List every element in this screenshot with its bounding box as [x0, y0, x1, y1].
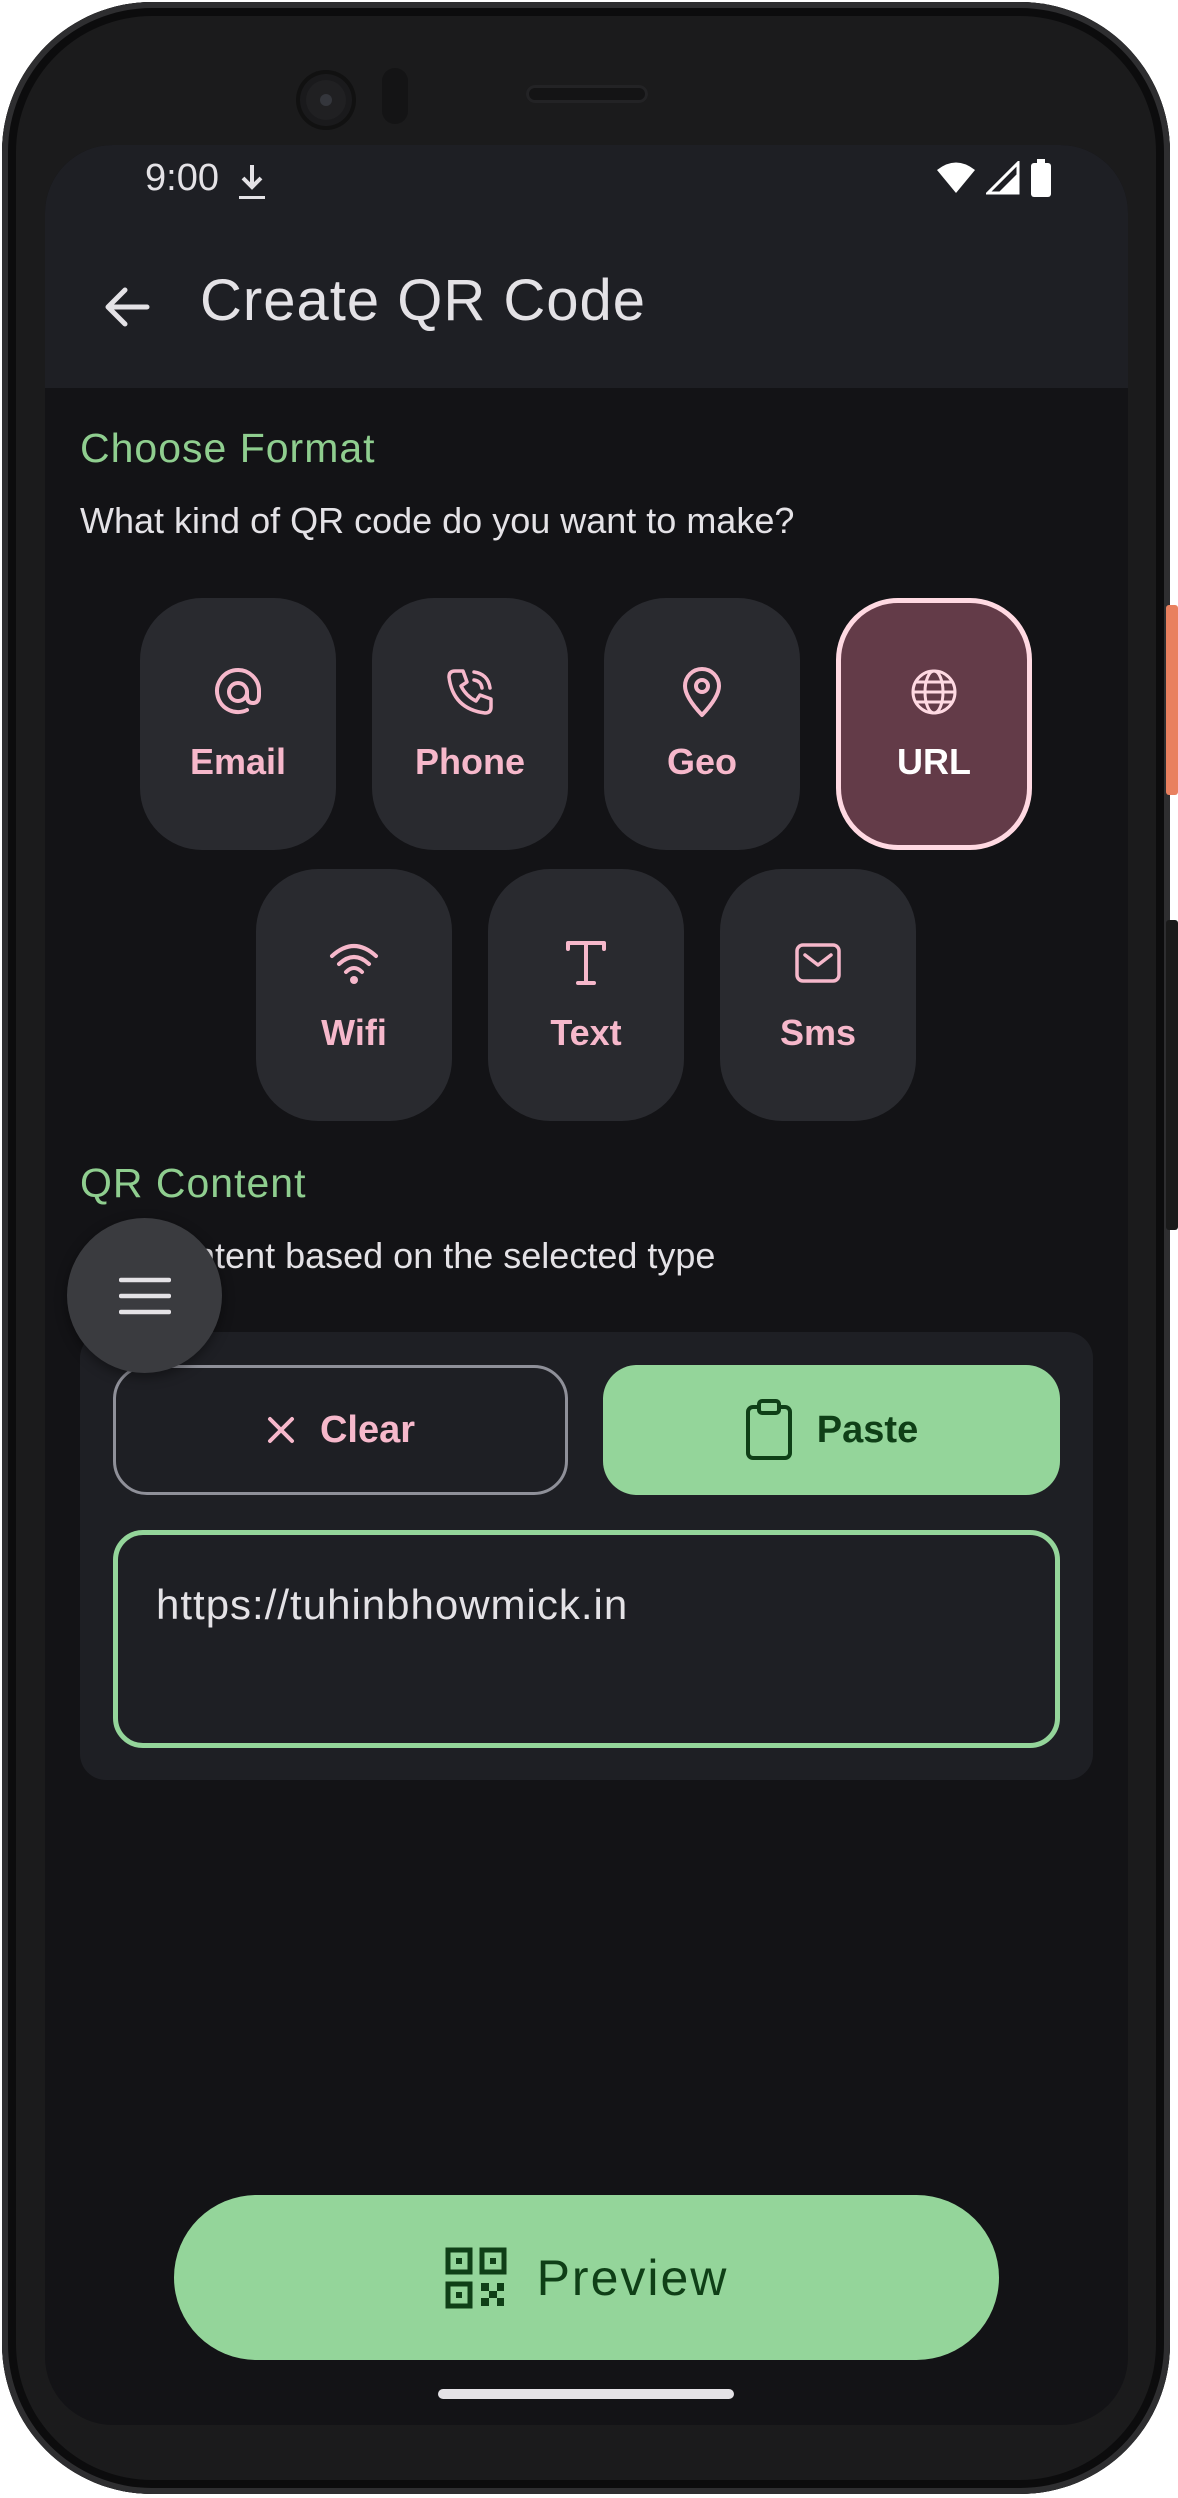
cell-signal-icon [986, 161, 1020, 195]
app-bar: Create QR Code [45, 235, 1128, 388]
paste-button[interactable]: Paste [603, 1365, 1060, 1495]
paste-button-label: Paste [816, 1408, 919, 1451]
choose-format-title: Choose Format [80, 425, 376, 471]
format-chip-label: Geo [666, 741, 737, 782]
battery-icon [1031, 159, 1051, 197]
qr-content-title: QR Content [80, 1160, 307, 1206]
format-chip-wifi[interactable]: Wifi [256, 869, 452, 1121]
wifi-signal-icon [937, 162, 975, 193]
earpiece-speaker [526, 85, 648, 103]
clear-button[interactable]: Clear [113, 1365, 568, 1495]
format-chip-label: Phone [414, 741, 525, 782]
content-card: Clear Paste [80, 1332, 1093, 1780]
location-pin-icon [683, 667, 721, 717]
proximity-sensor [382, 68, 408, 124]
power-button [1166, 605, 1178, 795]
message-icon [795, 943, 841, 983]
screen: 9:00 Create QR Code Choose Format What k… [45, 145, 1128, 2425]
choose-format-subtitle: What kind of QR code do you want to make… [80, 500, 795, 541]
volume-button [1166, 920, 1178, 1230]
preview-button[interactable]: Preview [174, 2195, 999, 2360]
text-icon [566, 941, 606, 985]
preview-button-label: Preview [536, 2249, 729, 2306]
gesture-bar[interactable] [438, 2389, 734, 2399]
qr-code-icon [445, 2247, 507, 2308]
url-input[interactable] [156, 1581, 1016, 1629]
status-time: 9:00 [145, 157, 219, 199]
format-chip-phone[interactable]: Phone [372, 598, 568, 850]
globe-icon [911, 669, 957, 715]
page-title: Create QR Code [200, 268, 646, 333]
format-chip-label: Sms [779, 1012, 857, 1053]
system-icons [936, 159, 1052, 197]
clear-button-label: Clear [319, 1408, 416, 1451]
download-icon [239, 165, 265, 199]
format-chip-label: URL [897, 741, 971, 782]
format-chip-url[interactable]: URL [836, 598, 1032, 850]
format-chip-sms[interactable]: Sms [720, 869, 916, 1121]
back-arrow-icon[interactable] [95, 275, 159, 339]
menu-icon [118, 1277, 171, 1314]
clipboard-icon [745, 1399, 792, 1460]
url-field[interactable] [113, 1530, 1060, 1748]
format-chip-text[interactable]: Text [488, 869, 684, 1121]
close-icon [267, 1417, 294, 1443]
format-chip-label: Wifi [321, 1012, 387, 1053]
front-camera [296, 70, 356, 130]
format-chip-geo[interactable]: Geo [604, 598, 800, 850]
qr-content-subtitle: ontent based on the selected type [175, 1235, 716, 1276]
status-bar: 9:00 [45, 145, 1128, 235]
format-chip-email[interactable]: Email [140, 598, 336, 850]
at-icon [215, 668, 262, 714]
phone-icon [447, 669, 493, 715]
wifi-icon [330, 944, 378, 984]
format-chip-label: Email [189, 741, 287, 782]
format-chip-label: Text [550, 1012, 622, 1053]
menu-button[interactable] [67, 1218, 222, 1373]
